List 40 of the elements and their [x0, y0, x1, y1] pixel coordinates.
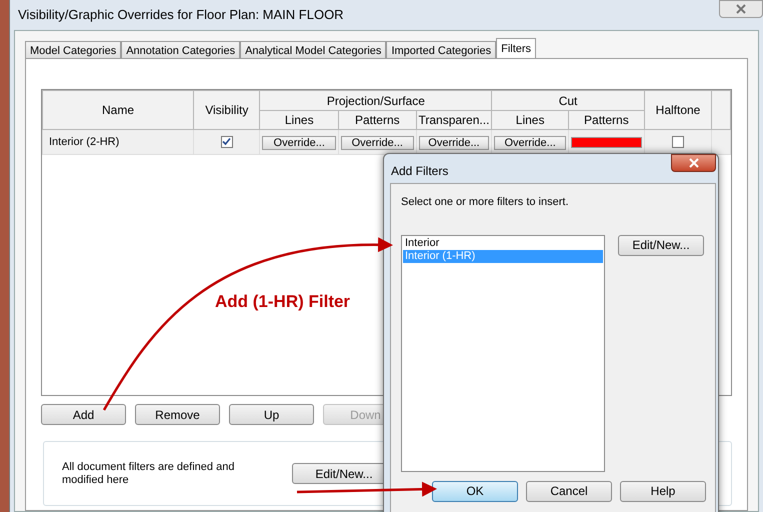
tab[interactable]: Filters — [496, 38, 536, 59]
tab[interactable]: Model Categories — [25, 41, 122, 59]
dialog-button[interactable]: OK — [432, 480, 518, 502]
override-button[interactable]: Override... — [340, 136, 414, 150]
list-item[interactable]: Interior — [403, 236, 603, 250]
close-icon — [736, 4, 746, 14]
note-text: All document filters are defined and modified here — [62, 460, 236, 486]
column-header: Patterns — [338, 110, 416, 130]
instruction-text: Select one or more filters to insert. — [401, 195, 570, 210]
annotation-text: Add (1-HR) Filter — [215, 291, 350, 313]
dialog-button[interactable]: Help — [620, 480, 706, 502]
edit-new-button[interactable]: Edit/New... — [618, 234, 704, 256]
column-header: Visibility — [194, 90, 260, 130]
close-icon — [688, 158, 698, 168]
action-button[interactable]: Up — [229, 404, 314, 425]
column-header: Cut — [492, 90, 644, 110]
column-header: Patterns — [568, 110, 644, 130]
close-button[interactable] — [671, 154, 716, 172]
override-button[interactable]: Override... — [262, 136, 336, 150]
dialog-title: Add Filters — [391, 163, 448, 180]
checkbox[interactable] — [672, 136, 684, 148]
table-cell: Interior (2-HR) — [42, 130, 194, 154]
dialog-button[interactable]: Cancel — [526, 480, 612, 502]
column-header: Lines — [492, 110, 568, 130]
column-header: Halftone — [644, 90, 712, 130]
override-button[interactable]: Override... — [494, 136, 566, 150]
action-button[interactable]: Remove — [135, 404, 220, 425]
pattern-swatch[interactable] — [570, 136, 642, 148]
checkbox[interactable] — [220, 136, 233, 148]
filter-list[interactable]: Interior Interior (1-HR) — [401, 234, 605, 472]
column-header: Transparen... — [416, 110, 492, 130]
action-button[interactable]: Add — [41, 404, 126, 425]
column-header: Lines — [260, 110, 338, 130]
tab[interactable]: Annotation Categories — [121, 41, 240, 59]
override-button[interactable]: Override... — [418, 136, 490, 150]
tab[interactable]: Imported Categories — [386, 41, 496, 59]
tab[interactable]: Analytical Model Categories — [240, 41, 386, 59]
column-header: Projection/Surface — [260, 90, 492, 110]
column-header: Name — [42, 90, 194, 130]
window-title: Visibility/Graphic Overrides for Floor Plan: MAIN FLOOR — [18, 6, 344, 24]
